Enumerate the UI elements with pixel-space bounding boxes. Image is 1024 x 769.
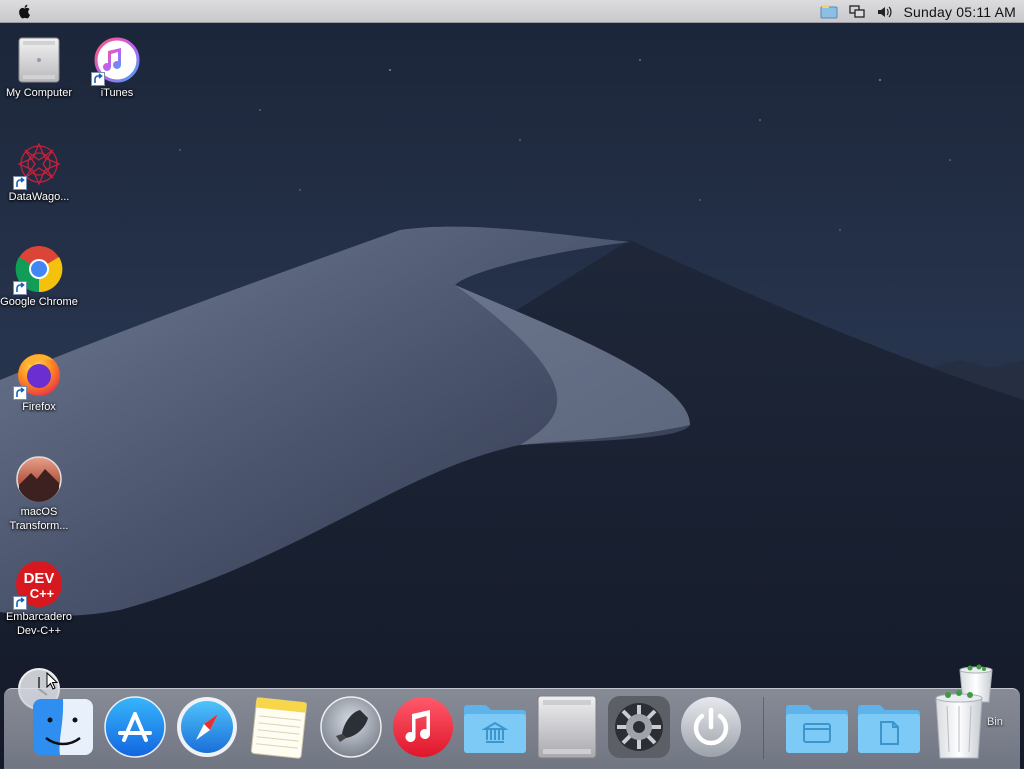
itunes-icon [91, 36, 141, 86]
desktop-icon-itunes[interactable]: iTunes [78, 36, 156, 100]
desktop-icon-label: Firefox [22, 401, 56, 413]
launchpad-icon[interactable] [318, 694, 384, 760]
safari-icon[interactable] [174, 694, 240, 760]
music-icon[interactable] [390, 694, 456, 760]
desktop-icon-label: macOS Transform... [9, 506, 69, 532]
desktop-icon-firefox[interactable]: Firefox [0, 350, 78, 414]
app-store-icon[interactable] [102, 694, 168, 760]
files-folder-icon[interactable] [856, 694, 922, 760]
shortcut-arrow-icon [91, 72, 105, 86]
dock-separator [763, 697, 764, 759]
firefox-icon [13, 350, 63, 400]
desktop-icon-label: Google Chrome [0, 296, 78, 308]
shortcut-arrow-icon [13, 386, 27, 400]
finder-icon[interactable] [30, 694, 96, 760]
documents-folder-icon[interactable] [784, 694, 850, 760]
desktop-icon-embarcadero-dev-cpp[interactable]: DEV C++ Embarcadero Dev-C++ [0, 560, 78, 638]
apple-menu-icon[interactable] [16, 2, 34, 20]
clock[interactable]: Sunday 05:11 AM [904, 4, 1016, 20]
my-computer-icon [15, 36, 63, 84]
recycle-bin-icon[interactable] [932, 662, 998, 762]
desktop-icon-macos-transformation[interactable]: macOS Transform... [0, 455, 78, 533]
file-manager-icon[interactable] [820, 4, 838, 20]
desktop-icon-label: DataWago... [8, 191, 70, 203]
shortcut-arrow-icon [13, 596, 27, 610]
desktop-icon-google-chrome[interactable]: Google Chrome [0, 245, 78, 309]
desktop-icon-label: Embarcadero Dev-C++ [5, 611, 73, 637]
svg-text:DEV: DEV [24, 570, 55, 587]
dev-cpp-icon: DEV C++ [13, 560, 63, 610]
desktop-icon-label: My Computer [5, 87, 73, 99]
system-tray: Sunday 05:11 AM [820, 0, 1016, 23]
volume-icon[interactable] [876, 4, 894, 20]
datawago-icon [13, 140, 63, 190]
chrome-icon [13, 245, 63, 295]
network-icon[interactable] [848, 4, 866, 20]
macos-transformation-icon [15, 455, 63, 503]
recycle-bin-label: Bin [987, 716, 1003, 728]
mouse-cursor-icon [46, 672, 58, 690]
desktop-icon-label: iTunes [100, 87, 134, 99]
shortcut-arrow-icon [13, 281, 27, 295]
notes-icon[interactable] [246, 694, 312, 760]
desktop-wallpaper [0, 0, 1024, 768]
system-preferences-icon[interactable] [606, 694, 672, 760]
my-computer-icon[interactable] [534, 694, 600, 760]
power-icon[interactable] [678, 694, 744, 760]
menu-bar: Sunday 05:11 AM [0, 0, 1024, 23]
shortcut-arrow-icon [13, 176, 27, 190]
desktop-icon-datawago[interactable]: DataWago... [0, 140, 78, 204]
applications-folder-icon[interactable] [462, 694, 528, 760]
svg-text:C++: C++ [30, 586, 55, 601]
desktop-icon-my-computer[interactable]: My Computer [0, 36, 78, 100]
